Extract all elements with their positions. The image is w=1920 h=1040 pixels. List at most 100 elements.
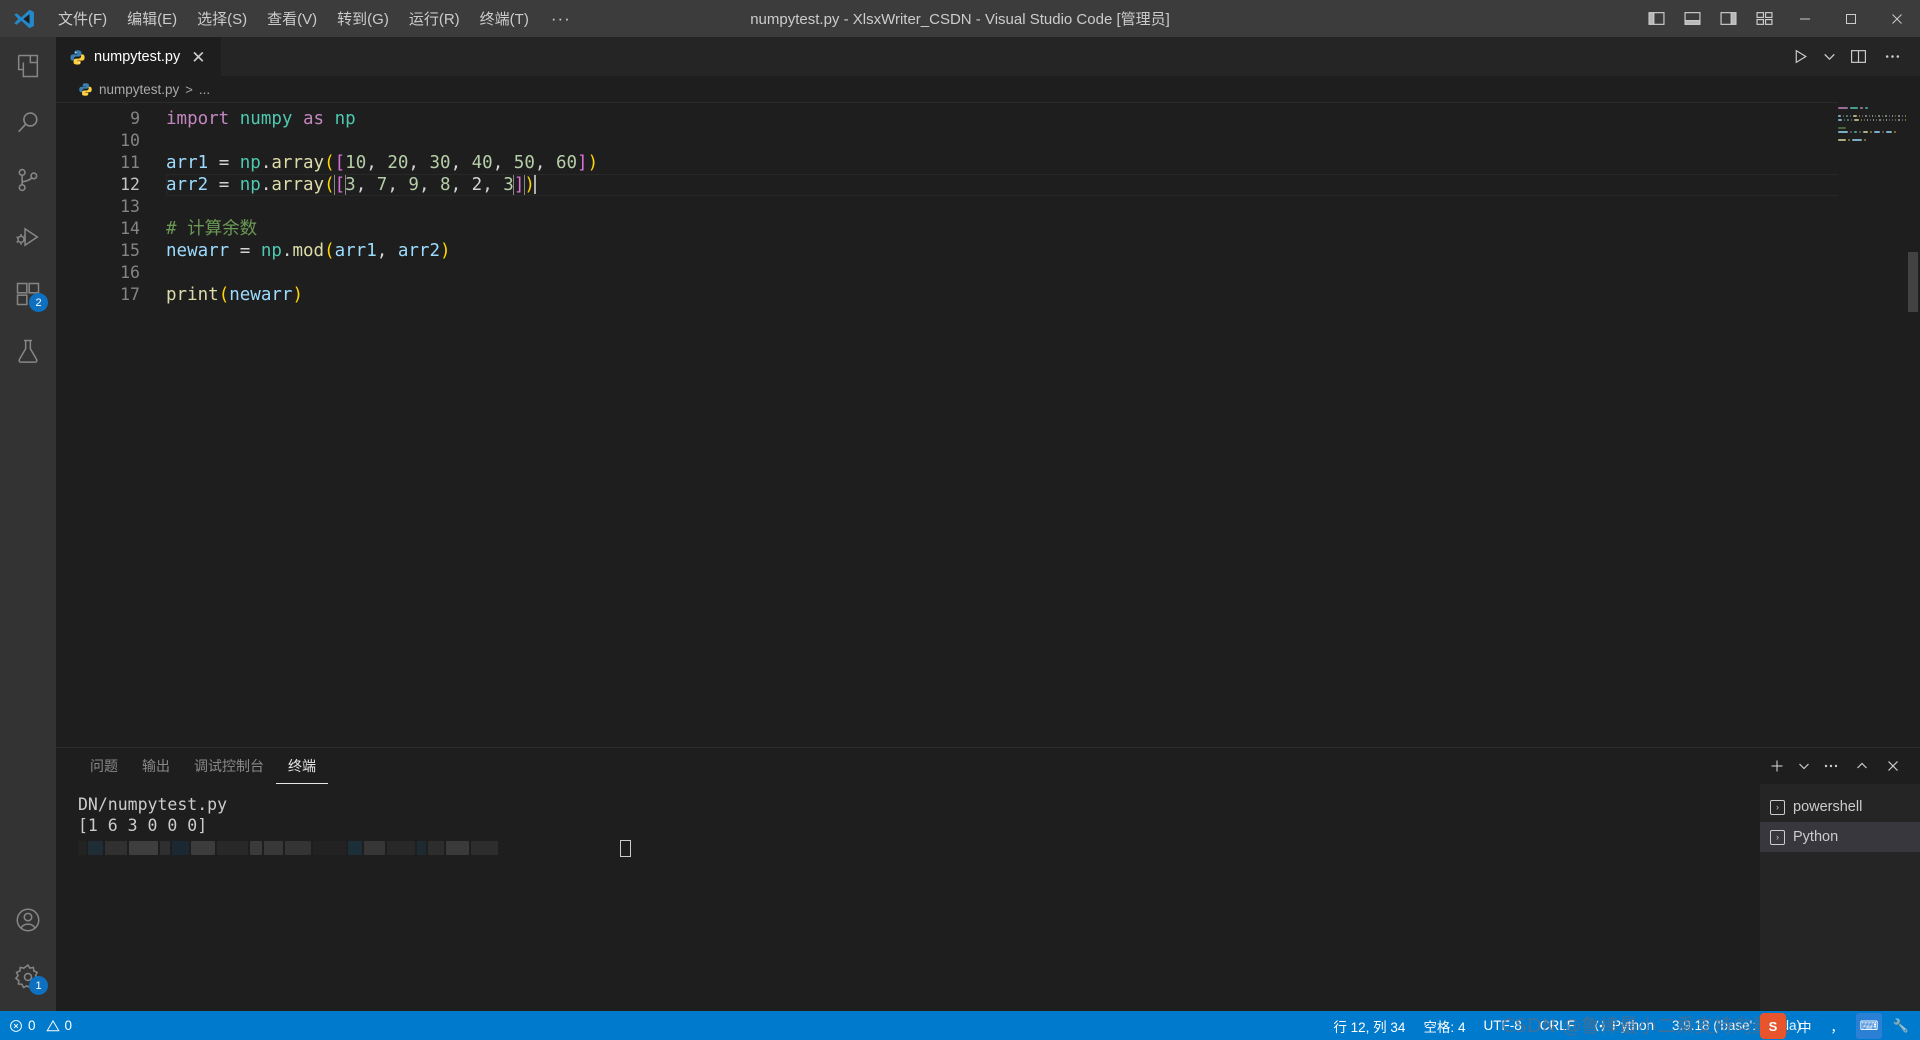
code-token: [ — [334, 153, 346, 173]
toggle-secondary-sidebar-icon[interactable] — [1710, 0, 1746, 37]
status-cursor-position[interactable]: 行 12, 列 34 — [1324, 1011, 1414, 1040]
code-token: arr1 — [166, 153, 209, 173]
braces-icon — [1594, 1020, 1606, 1031]
code-token: arr2 — [166, 175, 209, 195]
status-language-mode[interactable]: Python — [1584, 1011, 1663, 1040]
code-token: mod — [292, 241, 325, 261]
code-token: ( — [218, 285, 230, 305]
sidebar-item-testing[interactable] — [0, 322, 56, 379]
editor-actions — [1784, 37, 1920, 76]
terminal-list-item-powershell[interactable]: › powershell — [1760, 792, 1920, 822]
code-token: , — [355, 175, 377, 195]
status-encoding[interactable]: UTF-8 — [1474, 1011, 1530, 1040]
code-line[interactable]: 15 newarr = np.mod(arr1, arr2) — [56, 240, 1920, 262]
menu-edit[interactable]: 编辑(E) — [117, 0, 187, 37]
menu-file[interactable]: 文件(F) — [48, 0, 117, 37]
terminal-list-label: Python — [1793, 829, 1839, 845]
menu-go[interactable]: 转到(G) — [327, 0, 399, 37]
code-editor[interactable]: 9 import numpy as np 10 11 arr1 = np.array([… — [56, 102, 1920, 747]
sidebar-item-explorer[interactable] — [0, 37, 56, 94]
sidebar-item-extensions[interactable]: 2 — [0, 265, 56, 322]
code-line[interactable]: 16 — [56, 262, 1920, 284]
line-number: 12 — [120, 175, 140, 194]
line-text: arr1 = np.array([10, 20, 30, 40, 50, 60]… — [166, 152, 1920, 174]
new-terminal-plus-icon[interactable] — [1762, 751, 1792, 781]
window-close-button[interactable] — [1874, 0, 1920, 37]
panel-tab-terminal[interactable]: 终端 — [276, 748, 328, 784]
code-token: , — [366, 153, 388, 173]
redacted-segment — [364, 841, 385, 855]
line-text: print(newarr) — [166, 284, 1920, 306]
terminal-list-label: powershell — [1793, 799, 1863, 815]
code-token: = — [208, 175, 240, 195]
menu-view[interactable]: 查看(V) — [257, 0, 327, 37]
redacted-segment — [105, 841, 127, 855]
ime-mode-icon[interactable]: 中 — [1792, 1013, 1818, 1039]
run-python-file-icon[interactable] — [1784, 42, 1816, 72]
code-token: import — [166, 109, 230, 129]
split-editor-right-icon[interactable] — [1842, 42, 1874, 72]
window-maximize-button[interactable] — [1828, 0, 1874, 37]
line-number: 16 — [120, 263, 140, 282]
code-line[interactable]: 13 — [56, 196, 1920, 218]
tab-numpytest-py[interactable]: numpytest.py ✕ — [56, 37, 222, 76]
editor-scrollbar[interactable] — [1906, 102, 1920, 747]
breadcrumb[interactable]: numpytest.py > ... — [56, 76, 1920, 102]
menu-selection[interactable]: 选择(S) — [187, 0, 257, 37]
maximize-panel-chevron-up-icon[interactable] — [1847, 751, 1877, 781]
breadcrumb-file[interactable]: numpytest.py — [99, 82, 179, 97]
code-line[interactable]: 11 arr1 = np.array([10, 20, 30, 40, 50, 6… — [56, 152, 1920, 174]
ime-keyboard-icon[interactable]: ⌨ — [1856, 1013, 1882, 1039]
sidebar-item-run-and-debug[interactable] — [0, 208, 56, 265]
sidebar-item-search[interactable] — [0, 94, 56, 151]
editor-scrollbar-thumb[interactable] — [1908, 252, 1918, 312]
panel-more-actions-icon[interactable] — [1816, 751, 1846, 781]
toggle-panel-icon[interactable] — [1674, 0, 1710, 37]
panel-tab-debug-console[interactable]: 调试控制台 — [182, 748, 276, 784]
code-line[interactable]: 10 — [56, 130, 1920, 152]
python-file-icon — [69, 49, 86, 66]
code-token: array — [271, 153, 325, 173]
code-line[interactable]: 12 arr2 = np.array([3, 7, 9, 8, 2, 3]) — [56, 174, 1920, 196]
menu-terminal[interactable]: 终端(T) — [470, 0, 539, 37]
window-minimize-button[interactable] — [1782, 0, 1828, 37]
redacted-segment — [285, 841, 311, 855]
code-token: newarr — [229, 285, 293, 305]
terminal-profile-chevron-down-icon[interactable] — [1793, 751, 1815, 781]
line-text: arr2 = np.array([3, 7, 9, 8, 2, 3]) — [166, 174, 1920, 196]
ime-punctuation-icon[interactable]: ， — [1824, 1013, 1850, 1039]
breadcrumb-more[interactable]: ... — [199, 82, 210, 97]
code-token: 2 — [471, 175, 483, 195]
code-token: = — [208, 153, 240, 173]
redacted-segment — [471, 841, 498, 855]
status-eol[interactable]: CRLF — [1531, 1011, 1584, 1040]
terminal-list-item-python[interactable]: › Python — [1760, 822, 1920, 852]
sidebar-item-source-control[interactable] — [0, 151, 56, 208]
ime-settings-icon[interactable]: 🔧 — [1888, 1013, 1914, 1039]
status-problems[interactable]: 0 0 — [0, 1011, 81, 1040]
code-token: np — [239, 153, 261, 173]
settings-badge: 1 — [29, 976, 48, 995]
panel-tab-problems[interactable]: 问题 — [78, 748, 130, 784]
code-line[interactable]: 14 # 计算余数 — [56, 218, 1920, 240]
status-indentation[interactable]: 空格: 4 — [1414, 1011, 1474, 1040]
sogou-ime-icon[interactable]: S — [1760, 1013, 1786, 1039]
editor-more-actions-icon[interactable] — [1876, 42, 1908, 72]
close-panel-icon[interactable] — [1878, 751, 1908, 781]
terminal-output[interactable]: DN/numpytest.py [1 6 3 0 0 0] — [56, 784, 1760, 1011]
panel-tab-output[interactable]: 输出 — [130, 748, 182, 784]
settings-gear-icon[interactable]: 1 — [0, 948, 56, 1005]
customize-layout-icon[interactable] — [1746, 0, 1782, 37]
run-options-chevron-down-icon[interactable] — [1818, 42, 1840, 72]
error-count: 0 — [28, 1018, 36, 1033]
code-line[interactable]: 17 print(newarr) — [56, 284, 1920, 306]
code-token: 10 — [345, 153, 367, 173]
menu-run[interactable]: 运行(R) — [399, 0, 470, 37]
tab-close-icon[interactable]: ✕ — [188, 48, 208, 67]
code-line[interactable]: 9 import numpy as np — [56, 108, 1920, 130]
toggle-primary-sidebar-icon[interactable] — [1638, 0, 1674, 37]
tab-label: numpytest.py — [94, 49, 181, 65]
code-token: , — [418, 175, 441, 195]
accounts-icon[interactable] — [0, 891, 56, 948]
menu-more-button[interactable]: ··· — [539, 0, 583, 37]
